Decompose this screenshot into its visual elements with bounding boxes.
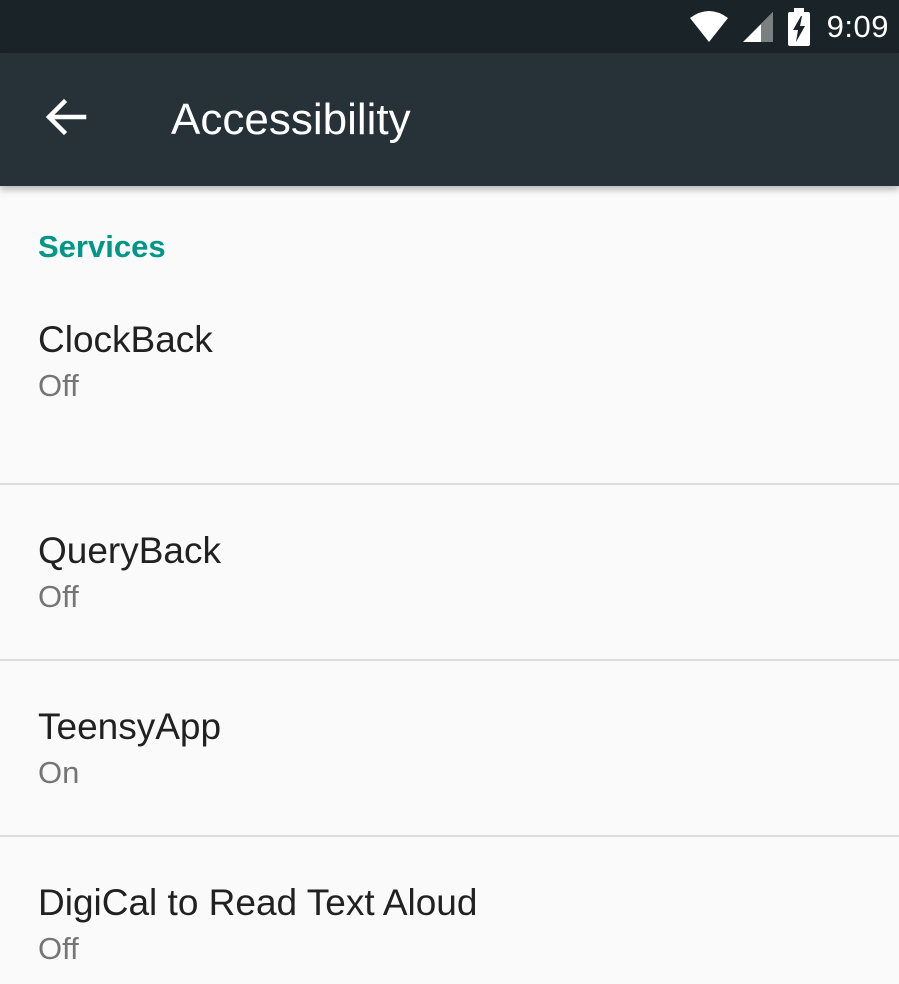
service-item-clockback[interactable]: ClockBack Off <box>0 272 899 485</box>
service-title: ClockBack <box>38 319 213 360</box>
status-bar: 9:09 <box>0 0 899 53</box>
section-header-services: Services <box>38 229 166 264</box>
service-item-teensyapp[interactable]: TeensyApp On <box>0 661 899 835</box>
service-status: Off <box>38 579 79 614</box>
page-title: Accessibility <box>171 94 411 144</box>
accessibility-screen: 9:09 Accessibility Services ClockBack Of… <box>0 0 899 984</box>
arrow-left-icon <box>44 97 88 142</box>
service-title: DigiCal to Read Text Aloud <box>38 882 478 923</box>
battery-charging-icon <box>787 7 811 46</box>
settings-list: Services ClockBack Off QueryBack Off Tee… <box>0 186 899 984</box>
back-button[interactable] <box>36 90 96 150</box>
service-title: TeensyApp <box>38 706 222 747</box>
service-item-digical[interactable]: DigiCal to Read Text Aloud Off <box>0 837 899 984</box>
cell-signal-icon <box>741 10 775 44</box>
wifi-icon <box>689 10 729 44</box>
service-status: Off <box>38 931 79 966</box>
status-time: 9:09 <box>826 8 889 44</box>
service-status: On <box>38 755 80 790</box>
service-status: Off <box>38 368 79 403</box>
app-bar: Accessibility <box>0 53 899 186</box>
service-item-queryback[interactable]: QueryBack Off <box>0 485 899 659</box>
service-title: QueryBack <box>38 530 222 571</box>
